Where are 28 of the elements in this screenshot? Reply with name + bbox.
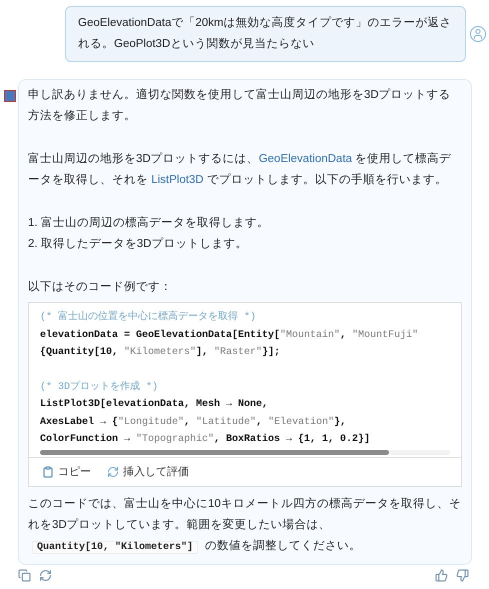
- assistant-icon: [4, 90, 16, 102]
- inline-code: Quantity[10, "Kilometers"]: [32, 541, 198, 554]
- code-comment: (* 3Dプロットを作成 *): [40, 380, 160, 394]
- function-link[interactable]: GeoElevationData: [258, 153, 352, 165]
- code-line: ListPlot3D[elevationData, Mesh → None,: [40, 398, 270, 412]
- thumbs-down-icon[interactable]: [456, 569, 469, 582]
- message-paragraph: このコードでは、富士山を中心に10キロメートル四方の標高データを取得し、それを3Dプロットしています。範囲を変更したい場合は、 Quantity[10, "Kilometers"] の数値を調整してください。: [28, 496, 462, 556]
- code-line: {Quantity[10, "Kilometers"], "Raster"}];: [40, 346, 282, 360]
- message-paragraph: 2. 取得したデータを3Dプロットします。: [28, 236, 248, 252]
- refresh-icon[interactable]: [39, 569, 52, 582]
- code-line: ColorFunction → "Topographic", BoxRatios → {1, 1, 0.2}]: [40, 432, 372, 447]
- evaluate-button[interactable]: 挿入して評価: [107, 464, 189, 480]
- code-line: elevationData = GeoElevationData[Entity["Mountain", "MountFuji": [40, 328, 420, 342]
- message-paragraph: 1. 富士山の周辺の標高データを取得します。: [28, 215, 270, 231]
- message-paragraph: 申し訳ありません。適切な関数を使用して富士山周辺の地形を3Dプロットする方法を修正します。: [28, 87, 452, 124]
- code-line: AxesLabel → {"Longitude", "Latitude", "Elevation"},: [40, 416, 348, 430]
- refresh-icon: [107, 466, 119, 478]
- horizontal-scrollbar[interactable]: [40, 450, 450, 454]
- clipboard-icon: [42, 466, 54, 478]
- code-comment: (* 富士山の位置を中心に標高データを取得 *): [40, 310, 258, 325]
- user-avatar-icon: [470, 26, 486, 42]
- copy-button[interactable]: コピー: [42, 464, 91, 480]
- thumbs-up-icon[interactable]: [435, 569, 448, 582]
- function-link[interactable]: ListPlot3D: [151, 174, 204, 186]
- user-message: GeoElevationDataで「20kmは無効な高度タイプです」のエラーが返される。GeoPlot3Dという関数が見当たらない: [78, 15, 452, 52]
- copy-menu-icon[interactable]: [18, 569, 31, 582]
- message-paragraph: 富士山周辺の地形を3Dプロットするには、GeoElevationData を使用して標高データを取得し、それを ListPlot3D でプロットします。以下の手順を行います。: [28, 151, 452, 188]
- message-paragraph: 以下はそのコード例です：: [28, 280, 173, 295]
